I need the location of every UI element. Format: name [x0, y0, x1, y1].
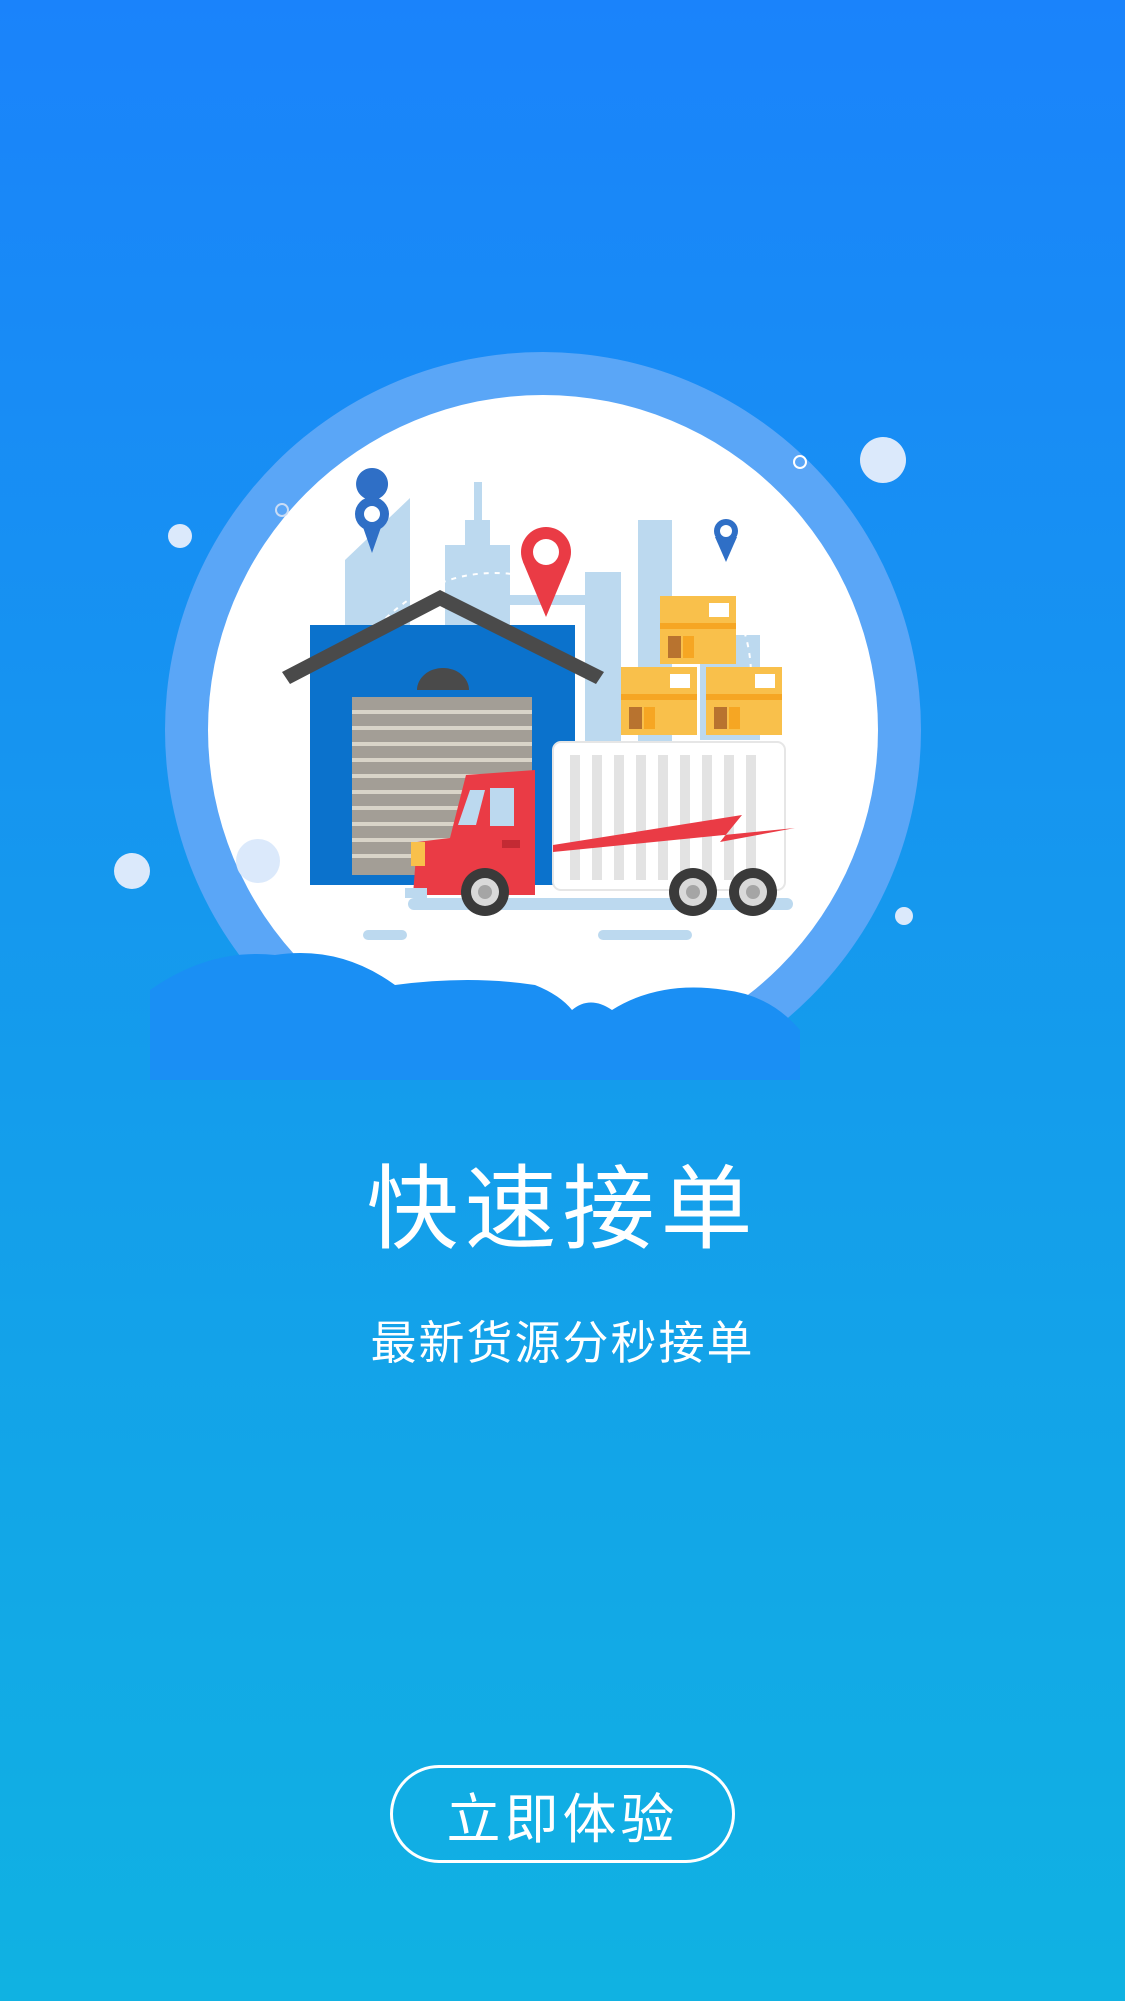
package-box-icon: [660, 596, 736, 664]
onboarding-screen: 快速接单 最新货源分秒接单 立即体验: [0, 0, 1125, 2001]
bubble: [236, 839, 280, 883]
logistics-illustration: [114, 352, 921, 1080]
try-now-button[interactable]: 立即体验: [390, 1765, 735, 1863]
package-box-icon: [621, 667, 697, 735]
bubble: [895, 907, 913, 925]
bubble: [860, 437, 906, 483]
page-title: 快速接单: [366, 1156, 759, 1263]
page-subtitle: 最新货源分秒接单: [370, 1316, 755, 1370]
bubble: [114, 853, 150, 889]
package-box-icon: [706, 667, 782, 735]
bubble: [168, 524, 192, 548]
